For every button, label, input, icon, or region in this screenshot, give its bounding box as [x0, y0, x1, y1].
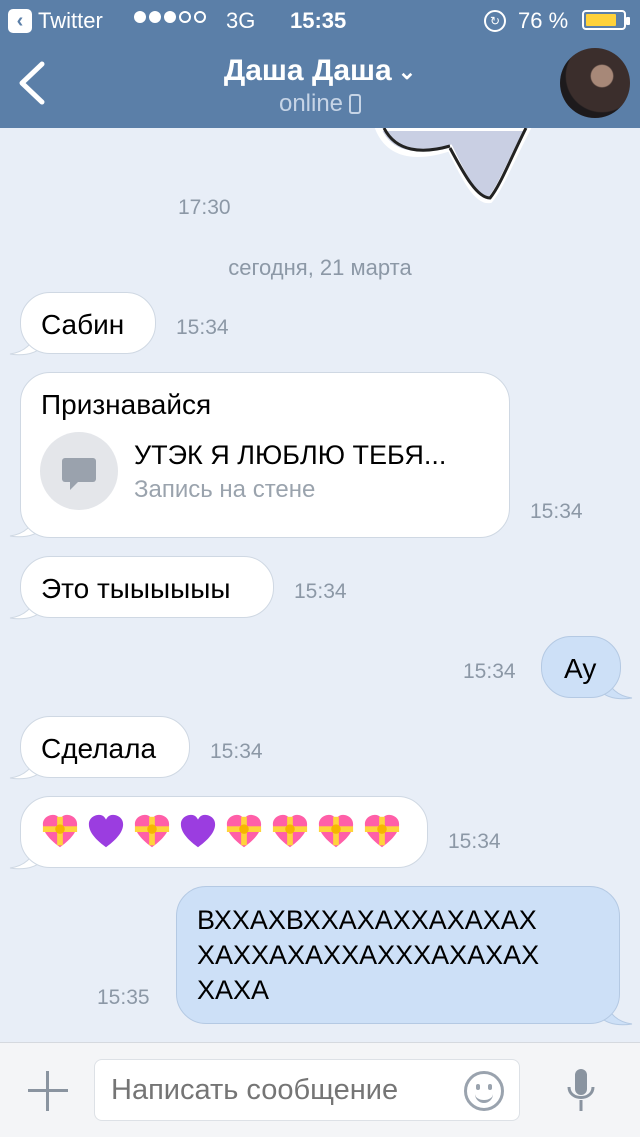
top-bar: ‹ Twitter 3G 15:35 ↻ 76 % Даша Даша ⌄ onl…: [0, 0, 640, 128]
message-input[interactable]: [94, 1059, 520, 1121]
avatar[interactable]: [560, 48, 630, 118]
microphone-icon[interactable]: [566, 1067, 596, 1117]
heart-ribbon-icon: [41, 813, 79, 851]
message-text: Это тыыыыыы: [41, 573, 231, 604]
date-divider: сегодня, 21 марта: [228, 255, 412, 280]
message-text: Сделала: [41, 733, 157, 764]
sticker-image[interactable]: [350, 128, 550, 208]
network-type: 3G: [226, 8, 256, 33]
purple-heart-icon: [179, 813, 217, 851]
heart-ribbon-icon: [225, 813, 263, 851]
contact-name: Даша Даша: [223, 54, 392, 87]
message-time: 15:34: [463, 660, 516, 683]
battery-icon: [582, 10, 630, 30]
signal-strength-icon: [134, 11, 206, 23]
back-to-app[interactable]: ‹ Twitter: [8, 8, 103, 34]
status-bar: ‹ Twitter 3G 15:35 ↻ 76 %: [0, 0, 640, 40]
message-time: 17:30: [178, 196, 231, 219]
message-bubble[interactable]: Сабин: [20, 292, 156, 354]
attachment-title[interactable]: УТЭК Я ЛЮБЛЮ ТЕБЯ...: [134, 440, 446, 471]
heart-ribbon-icon: [317, 813, 355, 851]
status-time: 15:35: [290, 8, 347, 33]
battery-percent: 76 %: [518, 8, 569, 33]
message-text: Сабин: [41, 309, 125, 340]
message-time: 15:34: [448, 830, 501, 853]
message-line: ВХХАХВХХАХАХХАХАХАХ: [197, 905, 537, 935]
heart-ribbon-icon: [133, 813, 171, 851]
attach-plus-icon[interactable]: [28, 1071, 68, 1111]
message-bubble[interactable]: [20, 796, 428, 868]
rotation-lock-icon: ↻: [484, 10, 506, 32]
wall-post-attachment[interactable]: [40, 432, 118, 510]
message-time: 15:34: [210, 740, 263, 763]
attachment-type: Запись на стене: [134, 476, 316, 503]
message-time: 15:35: [97, 986, 150, 1009]
message-bubble[interactable]: Ау: [541, 636, 621, 698]
message-bubble[interactable]: Это тыыыыыы: [20, 556, 274, 618]
message-text: Признавайся: [41, 389, 212, 420]
message-bubble[interactable]: Сделала: [20, 716, 190, 778]
back-arrow-icon: ‹: [8, 9, 32, 33]
message-time: 15:34: [530, 500, 583, 523]
message-text: ВХХАХВХХАХАХХАХАХАХ ХАХХАХАХХАХХХАХАХАХ …: [197, 903, 539, 1008]
heart-ribbon-icon: [363, 813, 401, 851]
chat-title[interactable]: Даша Даша ⌄: [0, 54, 640, 88]
online-status: online: [278, 90, 344, 117]
mobile-icon: [349, 94, 362, 114]
heart-ribbon-icon: [271, 813, 309, 851]
composer-bar: [0, 1042, 640, 1137]
message-line: ХАХХАХАХХАХХХАХАХАХ: [197, 940, 540, 970]
emoji-row: [41, 813, 409, 851]
message-line: ХАХА: [197, 975, 270, 1005]
purple-heart-icon: [87, 813, 125, 851]
contact-status: online: [0, 90, 640, 118]
chevron-down-icon: ⌄: [397, 59, 417, 85]
message-text: Ау: [564, 653, 597, 684]
message-time: 15:34: [294, 580, 347, 603]
message-time: 15:34: [176, 316, 229, 339]
comment-icon: [62, 458, 96, 490]
back-app-label: Twitter: [38, 8, 103, 33]
emoji-smile-icon[interactable]: [464, 1071, 504, 1111]
message-bubble[interactable]: ВХХАХВХХАХАХХАХАХАХ ХАХХАХАХХАХХХАХАХАХ …: [176, 886, 620, 1024]
